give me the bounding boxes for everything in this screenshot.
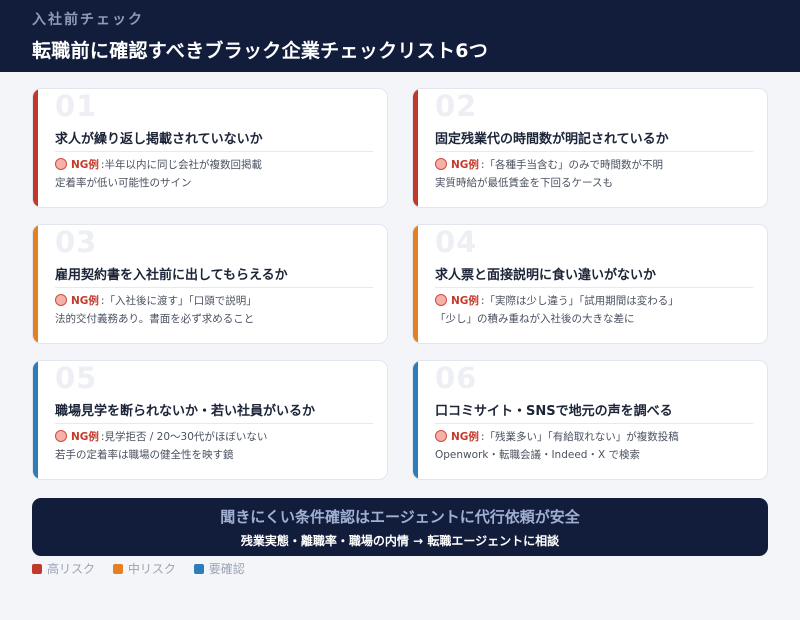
ng-circle-icon bbox=[55, 158, 67, 170]
ng-example: NG例:「残業多い」「有給取れない」が複数投稿 bbox=[435, 429, 679, 444]
ng-text: :「入社後に渡す」「口頭で説明」 bbox=[100, 295, 257, 307]
card-divider bbox=[435, 287, 753, 288]
card-number: 04 bbox=[435, 225, 478, 259]
checklist-card-04: 04 求人票と面接説明に食い違いがないか NG例:「実際は少し違う」「試用期間は… bbox=[412, 224, 768, 344]
card-divider bbox=[55, 423, 373, 424]
ng-circle-icon bbox=[435, 158, 447, 170]
card-note: 若手の定着率は職場の健全性を映す鏡 bbox=[55, 449, 234, 461]
card-divider bbox=[55, 287, 373, 288]
ng-example: NG例:「実際は少し違う」「試用期間は変わる」 bbox=[435, 293, 679, 308]
card-number: 01 bbox=[55, 89, 98, 123]
risk-bar-check bbox=[413, 361, 418, 479]
card-heading: 口コミサイト・SNSで地元の声を調べる bbox=[435, 404, 673, 419]
legend-item-high: 高リスク bbox=[32, 560, 95, 577]
card-heading: 求人票と面接説明に食い違いがないか bbox=[435, 268, 657, 283]
ng-text: :半年以内に同じ会社が複数回掲載 bbox=[100, 159, 262, 171]
legend-swatch-high bbox=[32, 564, 42, 574]
card-divider bbox=[435, 151, 753, 152]
card-number: 03 bbox=[55, 225, 98, 259]
card-heading: 職場見学を断られないか・若い社員がいるか bbox=[55, 404, 316, 419]
legend-swatch-medium bbox=[112, 564, 123, 574]
card-note: 「少し」の積み重ねが入社後の大きな差に bbox=[435, 313, 635, 325]
ng-example: NG例:「入社後に渡す」「口頭で説明」 bbox=[55, 293, 257, 308]
ng-example: NG例:見学拒否 / 20〜30代がほぼいない bbox=[55, 429, 267, 444]
checklist-card-06: 06 口コミサイト・SNSで地元の声を調べる NG例:「残業多い」「有給取れない… bbox=[412, 360, 768, 480]
checklist-card-05: 05 職場見学を断られないか・若い社員がいるか NG例:見学拒否 / 20〜30… bbox=[32, 360, 388, 480]
card-number: 02 bbox=[435, 89, 478, 123]
ng-label: NG例 bbox=[451, 431, 479, 443]
agent-cta-banner: 聞きにくい条件確認はエージェントに代行依頼が安全 残業実態・離職率・職場の内情 … bbox=[32, 498, 768, 556]
ng-text: :「残業多い」「有給取れない」が複数投稿 bbox=[480, 431, 679, 443]
cta-subtext: 残業実態・離職率・職場の内情 → 転職エージェントに相談 bbox=[240, 534, 560, 548]
ng-text: :見学拒否 / 20〜30代がほぼいない bbox=[100, 431, 268, 443]
risk-legend: 高リスク 中リスク 要確認 bbox=[32, 560, 259, 577]
ng-example: NG例:「各種手当含む」のみで時間数が不明 bbox=[435, 157, 663, 172]
card-divider bbox=[435, 423, 753, 424]
risk-bar-check bbox=[33, 361, 38, 479]
ng-label: NG例 bbox=[451, 159, 479, 171]
header-kicker: 入社前チェック bbox=[32, 12, 144, 28]
risk-bar-high bbox=[33, 89, 38, 207]
card-note: 定着率が低い可能性のサイン bbox=[55, 177, 192, 189]
legend-label: 高リスク bbox=[47, 562, 96, 576]
ng-circle-icon bbox=[55, 294, 67, 306]
cta-headline: 聞きにくい条件確認はエージェントに代行依頼が安全 bbox=[220, 508, 580, 526]
risk-bar-medium bbox=[413, 225, 418, 343]
legend-label: 要確認 bbox=[208, 562, 245, 576]
ng-circle-icon bbox=[435, 430, 447, 442]
risk-bar-high bbox=[413, 89, 418, 207]
ng-label: NG例 bbox=[71, 295, 99, 307]
legend-item-check: 要確認 bbox=[193, 560, 245, 577]
card-divider bbox=[55, 151, 373, 152]
page-title: 転職前に確認すべきブラック企業チェックリスト6つ bbox=[32, 40, 489, 62]
ng-label: NG例 bbox=[71, 431, 99, 443]
checklist-card-02: 02 固定残業代の時間数が明記されているか NG例:「各種手当含む」のみで時間数… bbox=[412, 88, 768, 208]
card-number: 06 bbox=[435, 361, 478, 395]
card-note: Openwork・転職会議・Indeed・X で検索 bbox=[435, 449, 640, 461]
ng-circle-icon bbox=[435, 294, 447, 306]
legend-swatch-check bbox=[193, 564, 204, 574]
ng-text: :「実際は少し違う」「試用期間は変わる」 bbox=[480, 295, 679, 307]
ng-label: NG例 bbox=[71, 159, 99, 171]
legend-item-medium: 中リスク bbox=[112, 560, 176, 577]
header-banner: 入社前チェック 転職前に確認すべきブラック企業チェックリスト6つ bbox=[0, 0, 800, 72]
ng-text: :「各種手当含む」のみで時間数が不明 bbox=[480, 159, 663, 171]
legend-label: 中リスク bbox=[127, 562, 176, 576]
card-note: 法的交付義務あり。書面を必ず求めること bbox=[55, 313, 255, 325]
ng-circle-icon bbox=[55, 430, 67, 442]
card-heading: 求人が繰り返し掲載されていないか bbox=[55, 132, 263, 147]
ng-example: NG例:半年以内に同じ会社が複数回掲載 bbox=[55, 157, 262, 172]
checklist-card-01: 01 求人が繰り返し掲載されていないか NG例:半年以内に同じ会社が複数回掲載 … bbox=[32, 88, 388, 208]
ng-label: NG例 bbox=[451, 295, 479, 307]
card-heading: 固定残業代の時間数が明記されているか bbox=[435, 132, 669, 147]
checklist-card-03: 03 雇用契約書を入社前に出してもらえるか NG例:「入社後に渡す」「口頭で説明… bbox=[32, 224, 388, 344]
card-number: 05 bbox=[55, 361, 98, 395]
card-note: 実質時給が最低賃金を下回るケースも bbox=[435, 177, 613, 189]
card-heading: 雇用契約書を入社前に出してもらえるか bbox=[55, 268, 288, 283]
risk-bar-medium bbox=[33, 225, 38, 343]
